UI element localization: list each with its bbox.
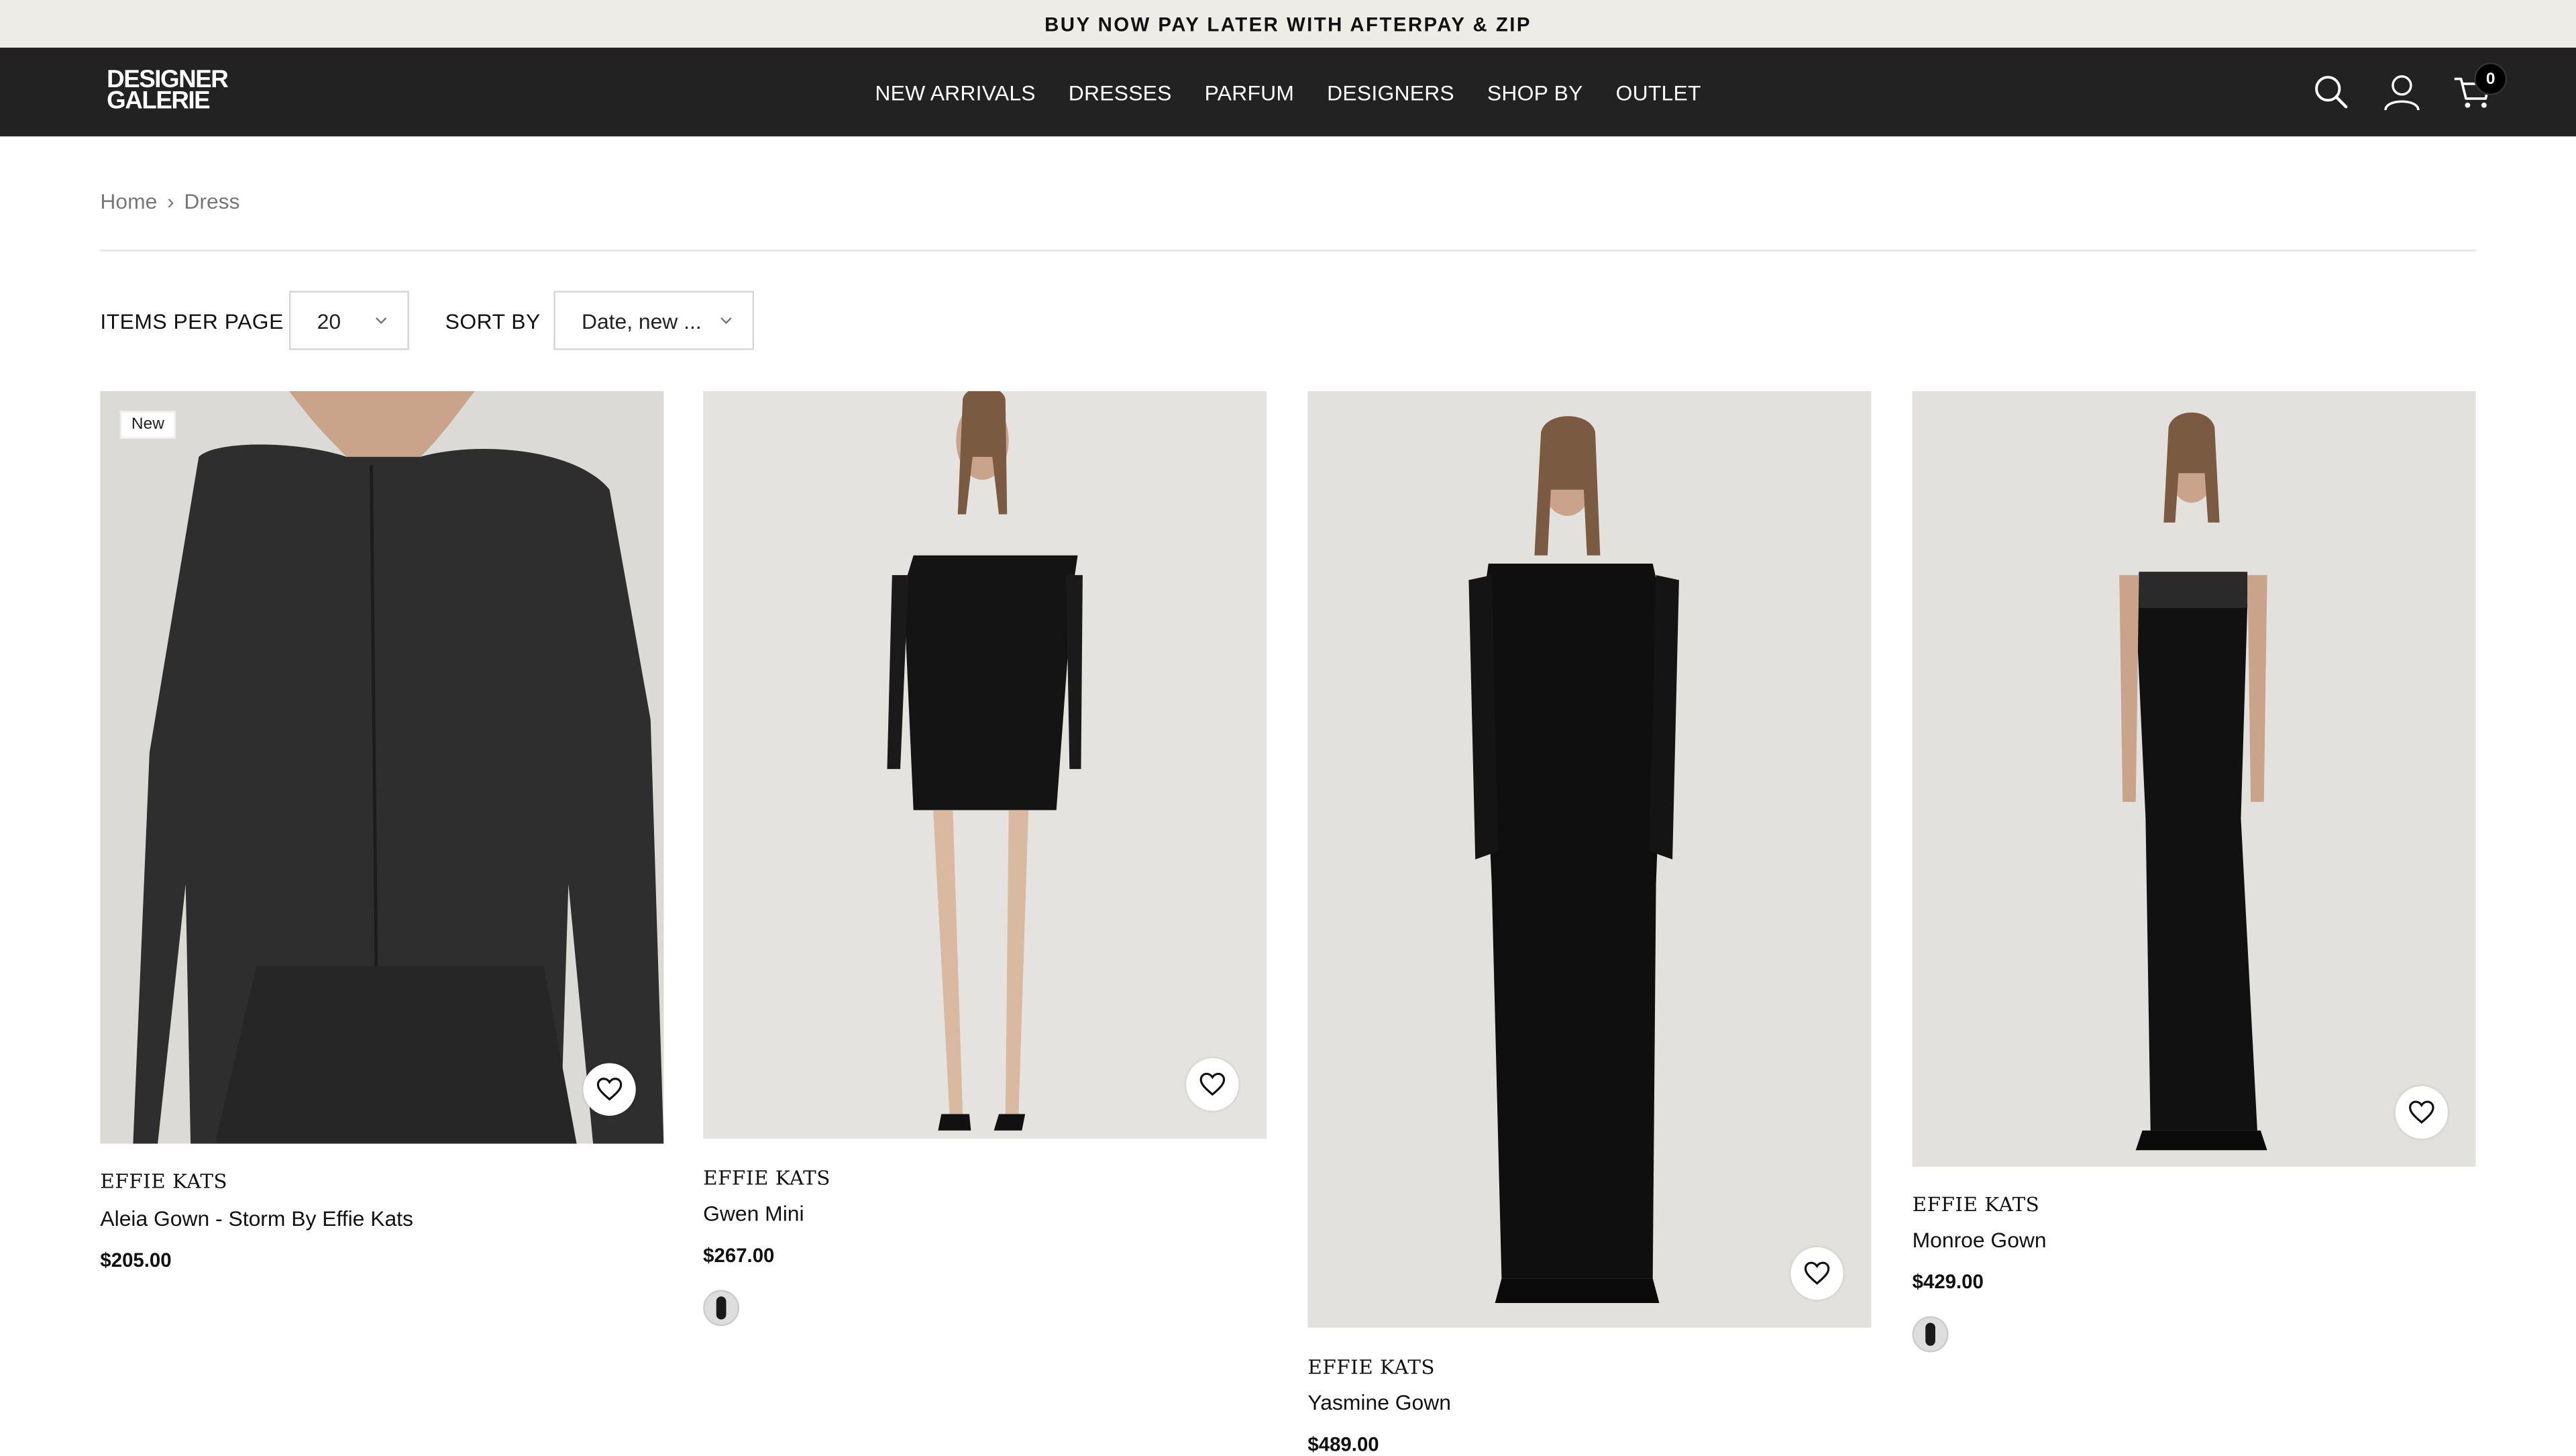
dress-photo <box>1912 391 2476 1167</box>
heart-icon <box>1199 1072 1226 1096</box>
nav-dresses[interactable]: DRESSES <box>1069 80 1172 105</box>
heart-icon <box>596 1078 623 1101</box>
color-swatch[interactable] <box>1912 1316 1949 1353</box>
promo-text: BUY NOW PAY LATER WITH AFTERPAY & ZIP <box>1044 12 1532 36</box>
heart-icon <box>1804 1261 1830 1285</box>
breadcrumb: Home › Dress <box>100 189 239 214</box>
wishlist-button[interactable] <box>1790 1247 1843 1300</box>
color-swatch[interactable] <box>703 1290 740 1327</box>
sort-by-value: Date, new ... <box>581 308 702 333</box>
nav-designers[interactable]: DESIGNERS <box>1327 80 1454 105</box>
breadcrumb-current: Dress <box>184 189 240 214</box>
nav-shop-by[interactable]: SHOP BY <box>1487 80 1583 105</box>
cart-count: 0 <box>2474 62 2508 96</box>
nav-new-arrivals[interactable]: NEW ARRIVALS <box>875 80 1035 105</box>
sort-by-label: SORT BY <box>445 309 541 334</box>
wishlist-button[interactable] <box>583 1063 636 1116</box>
wishlist-button[interactable] <box>2395 1086 2449 1139</box>
nav-outlet[interactable]: OUTLET <box>1616 80 1701 105</box>
breadcrumb-separator: › <box>167 189 174 214</box>
sort-by-select[interactable]: Date, new ... <box>553 291 755 350</box>
dress-photo <box>100 391 664 1144</box>
site-header: DESIGNER GALERIE NEW ARRIVALS DRESSES PA… <box>0 48 2576 137</box>
product-price: $489.00 <box>1307 1433 1379 1456</box>
items-per-page-select[interactable]: 20 <box>289 291 409 350</box>
product-image[interactable] <box>1912 391 2476 1167</box>
dress-photo <box>1307 391 1872 1328</box>
account-icon[interactable] <box>2381 70 2424 113</box>
product-name[interactable]: Gwen Mini <box>703 1201 804 1226</box>
product-price: $267.00 <box>703 1243 775 1267</box>
product-image[interactable]: New <box>100 391 664 1144</box>
promo-banner: BUY NOW PAY LATER WITH AFTERPAY & ZIP <box>0 0 2576 48</box>
items-per-page-label: ITEMS PER PAGE <box>100 309 284 334</box>
product-price: $429.00 <box>1912 1270 1984 1294</box>
product-name[interactable]: Monroe Gown <box>1913 1227 2047 1252</box>
product-brand: EFFIE KATS <box>100 1169 228 1193</box>
product-brand: EFFIE KATS <box>1307 1355 1436 1379</box>
breadcrumb-home[interactable]: Home <box>100 189 157 214</box>
items-per-page-value: 20 <box>317 308 341 333</box>
chevron-down-icon <box>720 317 732 324</box>
nav-parfum[interactable]: PARFUM <box>1205 80 1295 105</box>
product-brand: EFFIE KATS <box>1912 1192 2040 1216</box>
product-image[interactable] <box>1307 391 1872 1328</box>
main-nav: NEW ARRIVALS DRESSES PARFUM DESIGNERS SH… <box>0 48 2576 136</box>
product-brand: EFFIE KATS <box>703 1166 830 1190</box>
new-badge: New <box>119 411 176 439</box>
product-name[interactable]: Yasmine Gown <box>1307 1390 1451 1415</box>
product-name[interactable]: Aleia Gown - Storm By Effie Kats <box>100 1206 413 1231</box>
product-image[interactable] <box>703 391 1267 1139</box>
dress-photo <box>703 391 1267 1139</box>
product-price: $205.00 <box>100 1249 172 1272</box>
heart-icon <box>2409 1100 2434 1124</box>
divider <box>100 250 2476 252</box>
search-icon[interactable] <box>2310 70 2353 113</box>
wishlist-button[interactable] <box>1186 1058 1239 1111</box>
chevron-down-icon <box>375 317 387 324</box>
